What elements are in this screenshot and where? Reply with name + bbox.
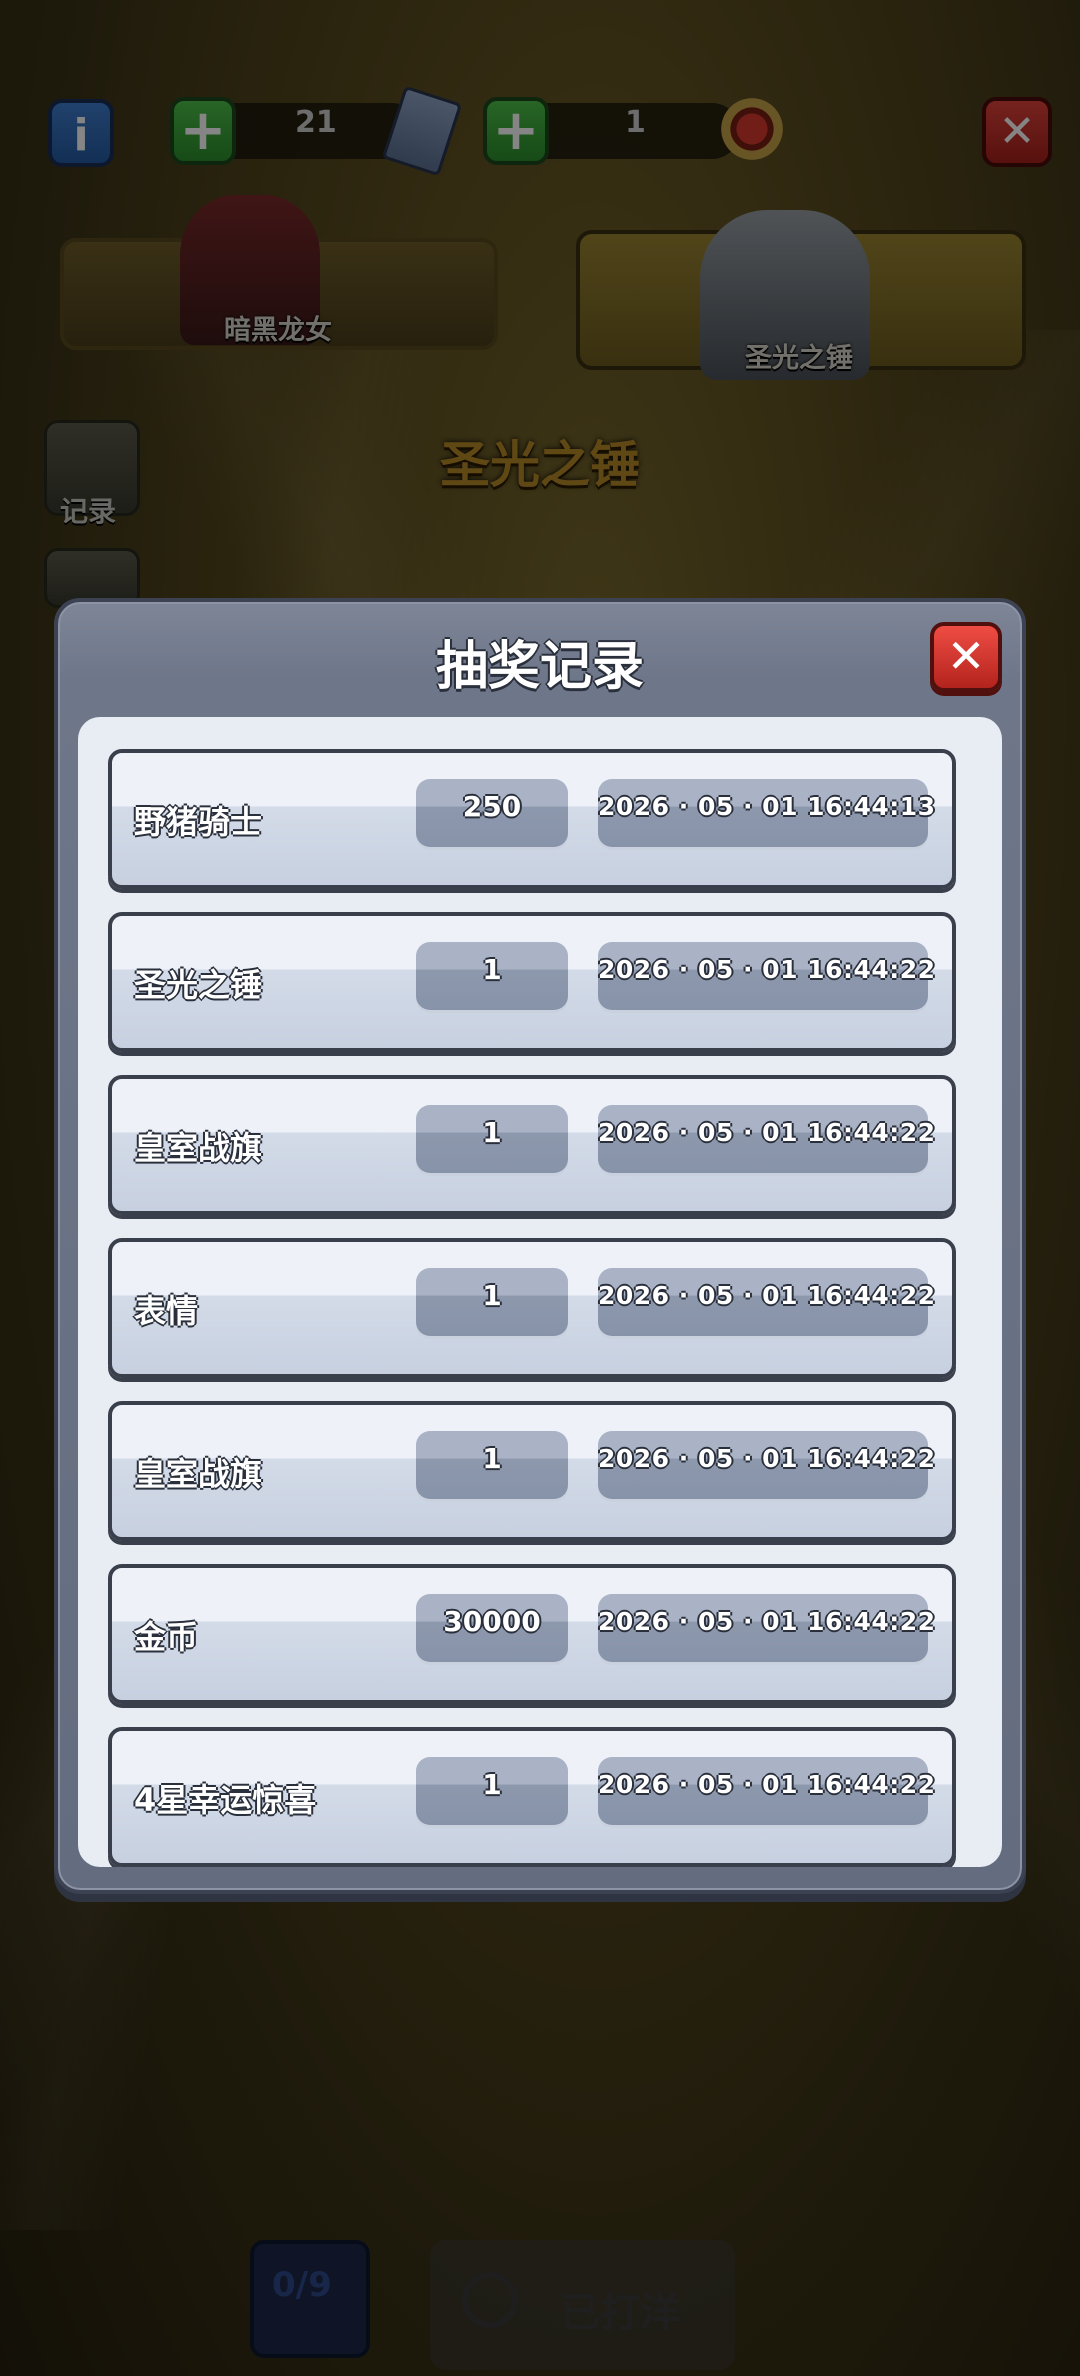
modal-close-button[interactable]: ✕: [930, 622, 1002, 692]
record-amount: 30000: [416, 1594, 568, 1662]
modal-title: 抽奖记录: [435, 637, 644, 697]
record-item-name: 圣光之锤: [134, 966, 263, 1004]
modal-header: 抽奖记录 ✕: [58, 602, 1022, 714]
record-item-name: 皇室战旗: [134, 1129, 263, 1167]
record-item-name: 金币: [134, 1618, 199, 1656]
record-row: 金币 30000 2026 · 05 · 01 16:44:22: [108, 1564, 956, 1704]
record-row: 皇室战旗 1 2026 · 05 · 01 16:44:22: [108, 1401, 956, 1541]
record-row: 野猪骑士 250 2026 · 05 · 01 16:44:13: [108, 749, 956, 889]
record-row: 皇室战旗 1 2026 · 05 · 01 16:44:22: [108, 1075, 956, 1215]
record-item-name: 野猪骑士: [134, 803, 263, 841]
record-row: 圣光之锤 1 2026 · 05 · 01 16:44:22: [108, 912, 956, 1052]
record-row: 4星幸运惊喜 1 2026 · 05 · 01 16:44:22: [108, 1727, 956, 1867]
record-timestamp: 2026 · 05 · 01 16:44:22: [598, 942, 935, 1010]
record-timestamp: 2026 · 05 · 01 16:44:22: [598, 1594, 935, 1662]
record-timestamp: 2026 · 05 · 01 16:44:22: [598, 1105, 935, 1173]
record-amount: 1: [416, 1757, 568, 1825]
record-timestamp: 2026 · 05 · 01 16:44:22: [598, 1268, 935, 1336]
record-amount: 1: [416, 1431, 568, 1499]
record-timestamp: 2026 · 05 · 01 16:44:22: [598, 1757, 935, 1825]
record-amount: 250: [416, 779, 568, 847]
record-item-name: 皇室战旗: [134, 1455, 263, 1493]
record-item-name: 表情: [134, 1292, 199, 1330]
draw-record-modal: 抽奖记录 ✕ 野猪骑士 250 2026 · 05 · 01 16:44:13 圣光之…: [54, 598, 1026, 1894]
record-amount: 1: [416, 1105, 568, 1173]
record-timestamp: 2026 · 05 · 01 16:44:13: [598, 779, 935, 847]
record-timestamp: 2026 · 05 · 01 16:44:22: [598, 1431, 935, 1499]
record-amount: 1: [416, 1268, 568, 1336]
close-icon: ✕: [946, 629, 986, 683]
record-amount: 1: [416, 942, 568, 1010]
record-row: 表情 1 2026 · 05 · 01 16:44:22: [108, 1238, 956, 1378]
record-list[interactable]: 野猪骑士 250 2026 · 05 · 01 16:44:13 圣光之锤 1 2026 …: [78, 717, 1002, 1867]
record-item-name: 4星幸运惊喜: [134, 1781, 317, 1819]
